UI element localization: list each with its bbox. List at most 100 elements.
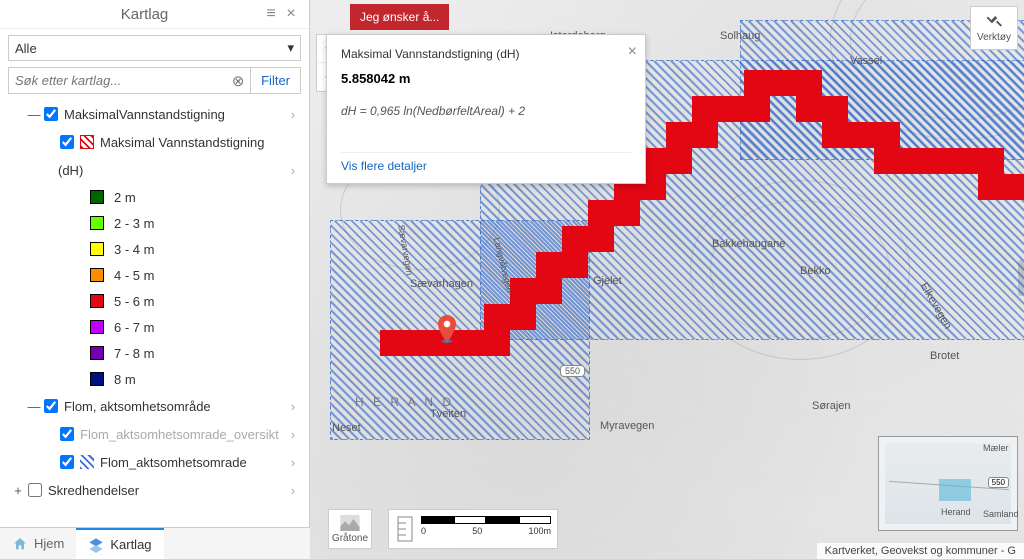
legend-label: 5 - 6 m	[114, 294, 154, 309]
menu-icon[interactable]: ≡	[261, 4, 281, 24]
place-label: Sørajen	[812, 400, 851, 412]
flood-cell	[510, 304, 536, 330]
scale-icon	[395, 513, 415, 545]
map-canvas[interactable]: Solhaug Vassel Isterdeberg Bakkehaugane …	[310, 0, 1024, 559]
legend-swatch	[90, 372, 104, 386]
expand-icon[interactable]: +	[10, 483, 26, 498]
clear-search-icon[interactable]: ⊗	[226, 68, 250, 93]
i-want-to-button[interactable]: Jeg ønsker å...	[350, 4, 449, 30]
tools-button[interactable]: Verktøy	[970, 6, 1018, 50]
flood-cell	[926, 148, 952, 174]
legend-label: 2 - 3 m	[114, 216, 154, 231]
legend-item: 4 - 5 m	[0, 262, 309, 288]
legend-item: 3 - 4 m	[0, 236, 309, 262]
layer-checkbox[interactable]	[44, 107, 58, 121]
flood-cell	[692, 122, 718, 148]
flood-cell	[484, 304, 510, 330]
layer-item-label: Maksimal Vannstandstigning	[100, 135, 265, 150]
chevron-right-icon[interactable]: ›	[281, 107, 305, 122]
place-label: Sævarhagen	[410, 278, 473, 290]
map-marker[interactable]	[437, 315, 457, 343]
legend-label: 8 m	[114, 372, 136, 387]
legend-item: 7 - 8 m	[0, 340, 309, 366]
info-popup: × Maksimal Vannstandstigning (dH) 5.8580…	[326, 34, 646, 184]
overview-extent	[939, 479, 971, 501]
chevron-right-icon[interactable]: ›	[281, 455, 305, 470]
flood-cell	[952, 148, 978, 174]
overview-map[interactable]: Mæler Herand Samland 550	[878, 436, 1018, 531]
popup-value: 5.858042 m	[341, 71, 631, 86]
popup-title: Maksimal Vannstandstigning (dH)	[341, 47, 631, 61]
layer-checkbox[interactable]	[60, 135, 74, 149]
popup-close-icon[interactable]: ×	[628, 43, 637, 61]
legend-item: 6 - 7 m	[0, 314, 309, 340]
road-badge: 550	[988, 477, 1009, 488]
place-label: Brotet	[930, 350, 959, 362]
popup-details-link[interactable]: Vis flere detaljer	[341, 152, 631, 173]
map-attribution: Kartverket, Geovekst og kommuner - G	[817, 543, 1024, 559]
search-input[interactable]	[9, 68, 226, 93]
legend-swatch	[90, 190, 104, 204]
legend-item: 8 m	[0, 366, 309, 392]
flood-cell	[874, 122, 900, 148]
flood-cell	[614, 200, 640, 226]
legend-label: 7 - 8 m	[114, 346, 154, 361]
place-label: Myravegen	[600, 420, 654, 432]
road-badge: 550	[560, 365, 585, 377]
flood-cell	[692, 96, 718, 122]
chevron-right-icon[interactable]: ›	[281, 427, 305, 442]
flood-cell	[770, 70, 796, 96]
chevron-down-icon: ▾	[287, 40, 294, 56]
scale-bar: 0 50 100m	[388, 509, 558, 549]
legend-swatch	[90, 294, 104, 308]
chevron-right-icon[interactable]: ›	[281, 483, 305, 498]
tab-kartlag[interactable]: Kartlag	[76, 528, 163, 559]
chevron-right-icon[interactable]: ›	[281, 163, 305, 178]
sidebar: Kartlag ≡ × Alle ▾ ⊗ Filter — MaksimalVa…	[0, 0, 310, 527]
basemap-gratone[interactable]: Gråtone	[328, 509, 372, 549]
legend-swatch	[90, 242, 104, 256]
layer-checkbox[interactable]	[44, 399, 58, 413]
flood-cell	[588, 200, 614, 226]
place-label: Bakkehaugane	[712, 238, 785, 250]
category-select[interactable]: Alle ▾	[8, 35, 301, 61]
layer-checkbox[interactable]	[60, 427, 74, 441]
chevron-right-icon[interactable]: ›	[281, 399, 305, 414]
place-label: Tveiten	[430, 408, 466, 420]
layer-item-label: Flom_aktsomhetsomrade	[100, 455, 247, 470]
layer-checkbox[interactable]	[28, 483, 42, 497]
legend-item: 2 - 3 m	[0, 210, 309, 236]
layer-symbol-icon	[80, 135, 94, 149]
flood-cell	[484, 330, 510, 356]
popup-formula: dH = 0,965 ln(NedbørfeltAreal) + 2	[341, 104, 631, 118]
tools-icon	[985, 14, 1003, 30]
close-panel-icon[interactable]: ×	[281, 4, 301, 24]
layer-tree: — MaksimalVannstandstigning › Maksimal V…	[0, 100, 309, 527]
collapse-icon[interactable]: —	[26, 107, 42, 122]
place-label: H E R A N D	[355, 395, 454, 409]
flood-cell	[536, 278, 562, 304]
tab-hjem[interactable]: Hjem	[0, 528, 76, 559]
collapse-icon[interactable]: —	[26, 399, 42, 414]
layer-group-label: MaksimalVannstandstigning	[64, 107, 225, 122]
flood-cell	[1004, 174, 1024, 200]
flood-cell	[874, 148, 900, 174]
legend-item: 2 m	[0, 184, 309, 210]
legend-label: 4 - 5 m	[114, 268, 154, 283]
layer-symbol-icon	[80, 455, 94, 469]
flood-cell	[822, 122, 848, 148]
layer-checkbox[interactable]	[60, 455, 74, 469]
flood-cell	[848, 122, 874, 148]
filter-button[interactable]: Filter	[250, 68, 300, 93]
legend-label: 2 m	[114, 190, 136, 205]
place-label: Neset	[332, 422, 361, 434]
place-label: Solhaug	[720, 30, 760, 42]
flood-cell	[562, 252, 588, 278]
flood-cell	[666, 122, 692, 148]
flood-cell	[562, 226, 588, 252]
flood-cell	[588, 226, 614, 252]
legend-label: 6 - 7 m	[114, 320, 154, 335]
home-icon	[12, 536, 28, 552]
layer-item-suffix: (dH)	[58, 163, 83, 178]
category-select-value: Alle	[15, 41, 37, 56]
